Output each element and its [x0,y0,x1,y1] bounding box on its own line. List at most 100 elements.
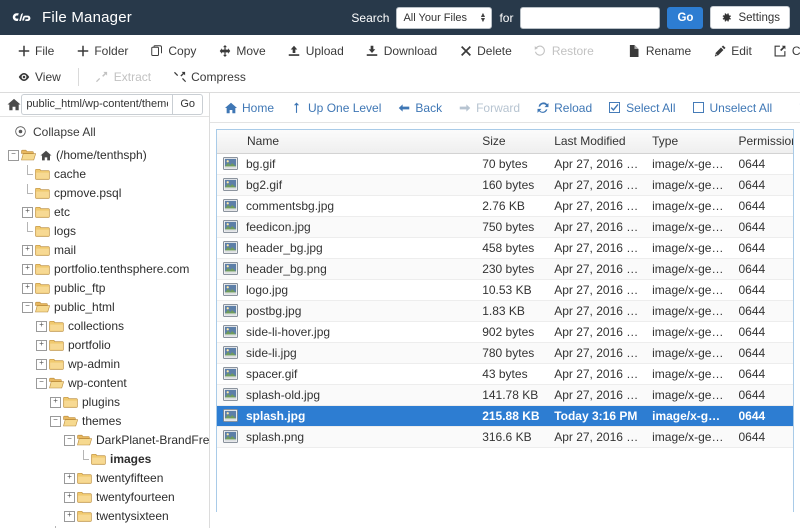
tree-expand-toggle-icon[interactable]: + [64,510,75,522]
tree-node[interactable]: + portfolio [0,336,209,355]
tree-node[interactable]: + etc [0,203,209,222]
collapse-all-button[interactable]: Collapse All [0,117,209,146]
tree-node[interactable]: cache [0,164,209,184]
column-header-size[interactable]: Size [476,130,549,154]
tree-expand-toggle-icon[interactable]: + [22,263,33,275]
path-go-button[interactable]: Go [172,93,203,115]
tree-expand-toggle-icon[interactable]: + [22,282,33,294]
eye-icon [17,71,30,84]
nav-button-view-trash[interactable]: View Trash [790,97,800,119]
tree-node[interactable]: cpmove.psql [0,183,209,203]
tree-node[interactable]: logs [0,221,209,241]
tree-node-label: wp-content [68,376,127,391]
tree-expand-toggle-icon[interactable]: + [50,396,61,408]
image-file-icon [223,304,238,317]
table-row[interactable]: splash.jpg 215.88 KB Today 3:16 PM image/x-… [217,405,793,427]
tree-collapse-toggle-icon[interactable]: − [64,434,75,446]
tree-node[interactable]: + twentyfourteen [0,488,209,507]
column-header-modified[interactable]: Last Modified [548,130,647,154]
tree-collapse-toggle-icon[interactable]: − [8,149,19,161]
folder-icon [35,263,50,276]
toolbar-button-file[interactable]: File [6,40,65,62]
nav-button-home[interactable]: Home [216,97,282,119]
toolbar-button-rename[interactable]: Rename [617,40,702,62]
file-name-label: splash.jpg [246,408,306,423]
file-table-container[interactable]: Name Size Last Modified Type Permissions… [216,129,794,512]
nav-button-back[interactable]: Back [389,97,450,119]
column-header-permissions[interactable]: Permissions [732,130,793,154]
table-row[interactable]: postbg.jpg 1.83 KBApr 27, 2016 2:50 PMima… [217,300,793,322]
column-header-type[interactable]: Type [646,130,733,154]
tree-node[interactable]: + public_ftp [0,279,209,298]
toolbar-button-folder[interactable]: Folder [65,40,139,62]
toolbar-button-compress[interactable]: Compress [162,66,257,88]
tree-expand-toggle-icon[interactable]: + [36,320,47,332]
table-row[interactable]: header_bg.jpg 458 bytesApr 27, 2016 2:50 … [217,237,793,259]
tree-node[interactable]: + portfolio.tenthsphere.com [0,260,209,279]
tree-node[interactable]: + collections [0,317,209,336]
nav-button-unselect-all[interactable]: Unselect All [684,97,781,119]
tree-collapse-toggle-icon[interactable]: − [50,415,61,427]
tree-expand-toggle-icon[interactable]: + [64,472,75,484]
tree-expand-toggle-icon[interactable]: + [22,206,33,218]
search-input[interactable] [520,6,661,29]
toolbar-button-label: Download [383,44,438,58]
nav-button-up-one-level[interactable]: Up One Level [282,97,389,119]
nav-button-select-all[interactable]: Select All [600,97,683,119]
cell-size: 750 bytes [476,216,549,238]
path-input[interactable] [21,93,173,115]
table-row[interactable]: feedicon.jpg 750 bytesApr 27, 2016 2:50 P… [217,216,793,238]
table-row[interactable]: splash-old.jpg 141.78 KBApr 27, 2016 2:50… [217,384,793,406]
table-row[interactable]: splash.png 316.6 KBApr 27, 2016 2:50 PMim… [217,426,793,448]
tree-expand-toggle-icon[interactable]: + [22,244,33,256]
table-row[interactable]: side-li-hover.jpg 902 bytes Apr 27, 2016 2… [217,321,793,343]
image-file-icon [223,220,238,233]
settings-button[interactable]: Settings [710,6,790,29]
tree-node[interactable]: + wp-admin [0,355,209,374]
toolbar-button-upload[interactable]: Upload [277,40,355,62]
tree-node[interactable]: + mail [0,241,209,260]
nav-button-label: Up One Level [308,100,382,115]
toolbar-button-view[interactable]: View [6,66,72,88]
toolbar-button-edit[interactable]: Edit [702,40,763,62]
tree-node[interactable]: + plugins [0,393,209,412]
nav-button-reload[interactable]: Reload [528,97,600,119]
toolbar-button-copy[interactable]: Copy [139,40,207,62]
table-row[interactable]: bg2.gif 160 bytesApr 27, 2016 2:50 PMimag… [217,174,793,196]
tree-node[interactable]: − wp-content [0,374,209,393]
tree-node[interactable]: − DarkPlanet-BrandFree [0,431,209,450]
home-icon[interactable] [6,98,21,111]
tree-collapse-toggle-icon[interactable]: − [36,377,47,389]
cell-name: header_bg.jpg [217,237,477,259]
cell-name: feedicon.jpg [217,216,477,238]
table-row[interactable]: bg.gif 70 bytesApr 27, 2016 2:50 PMimage/… [217,153,793,175]
folder-icon [35,206,50,219]
toolbar-button-move[interactable]: Move [207,40,276,62]
column-header-name[interactable]: Name [217,130,477,154]
tree-node[interactable]: − themes [0,412,209,431]
tree-node[interactable]: + twentyfifteen [0,469,209,488]
tree-collapse-toggle-icon[interactable]: − [22,301,33,313]
tree-leaf-connector-icon [78,449,89,465]
toolbar-button-code-editor[interactable]: Code Editor [763,40,800,62]
table-row[interactable]: logo.jpg 10.53 KBApr 27, 2016 2:50 PMimag… [217,279,793,301]
tree-node[interactable]: − (/home/tenthsph) [0,146,209,165]
toolbar-button-download[interactable]: Download [355,40,448,62]
table-row[interactable]: commentsbg.jpg 2.76 KBApr 27, 2016 2:50 P… [217,195,793,217]
tree-node[interactable]: − public_html [0,298,209,317]
table-row[interactable]: header_bg.png 230 bytesApr 27, 2016 2:50 … [217,258,793,280]
toolbar-button-label: File [35,44,55,58]
image-file-icon [223,325,238,338]
table-row[interactable]: spacer.gif 43 bytesApr 27, 2016 2:50 PMim… [217,363,793,385]
search-go-button[interactable]: Go [667,6,704,29]
tree-expand-toggle-icon[interactable]: + [36,358,47,370]
search-scope-select[interactable]: All Your Files ▲ ▼ [396,6,493,29]
tree-expand-toggle-icon[interactable]: + [64,491,75,503]
tree-expand-toggle-icon[interactable]: + [36,339,47,351]
tree-node[interactable]: + twentysixteen [0,507,209,526]
cell-name: postbg.jpg [217,300,477,322]
toolbar-button-delete[interactable]: Delete [448,40,523,62]
file-name-label: spacer.gif [246,366,298,381]
table-row[interactable]: side-li.jpg 780 bytesApr 27, 2016 2:50 PM… [217,342,793,364]
tree-node[interactable]: images [0,449,209,469]
